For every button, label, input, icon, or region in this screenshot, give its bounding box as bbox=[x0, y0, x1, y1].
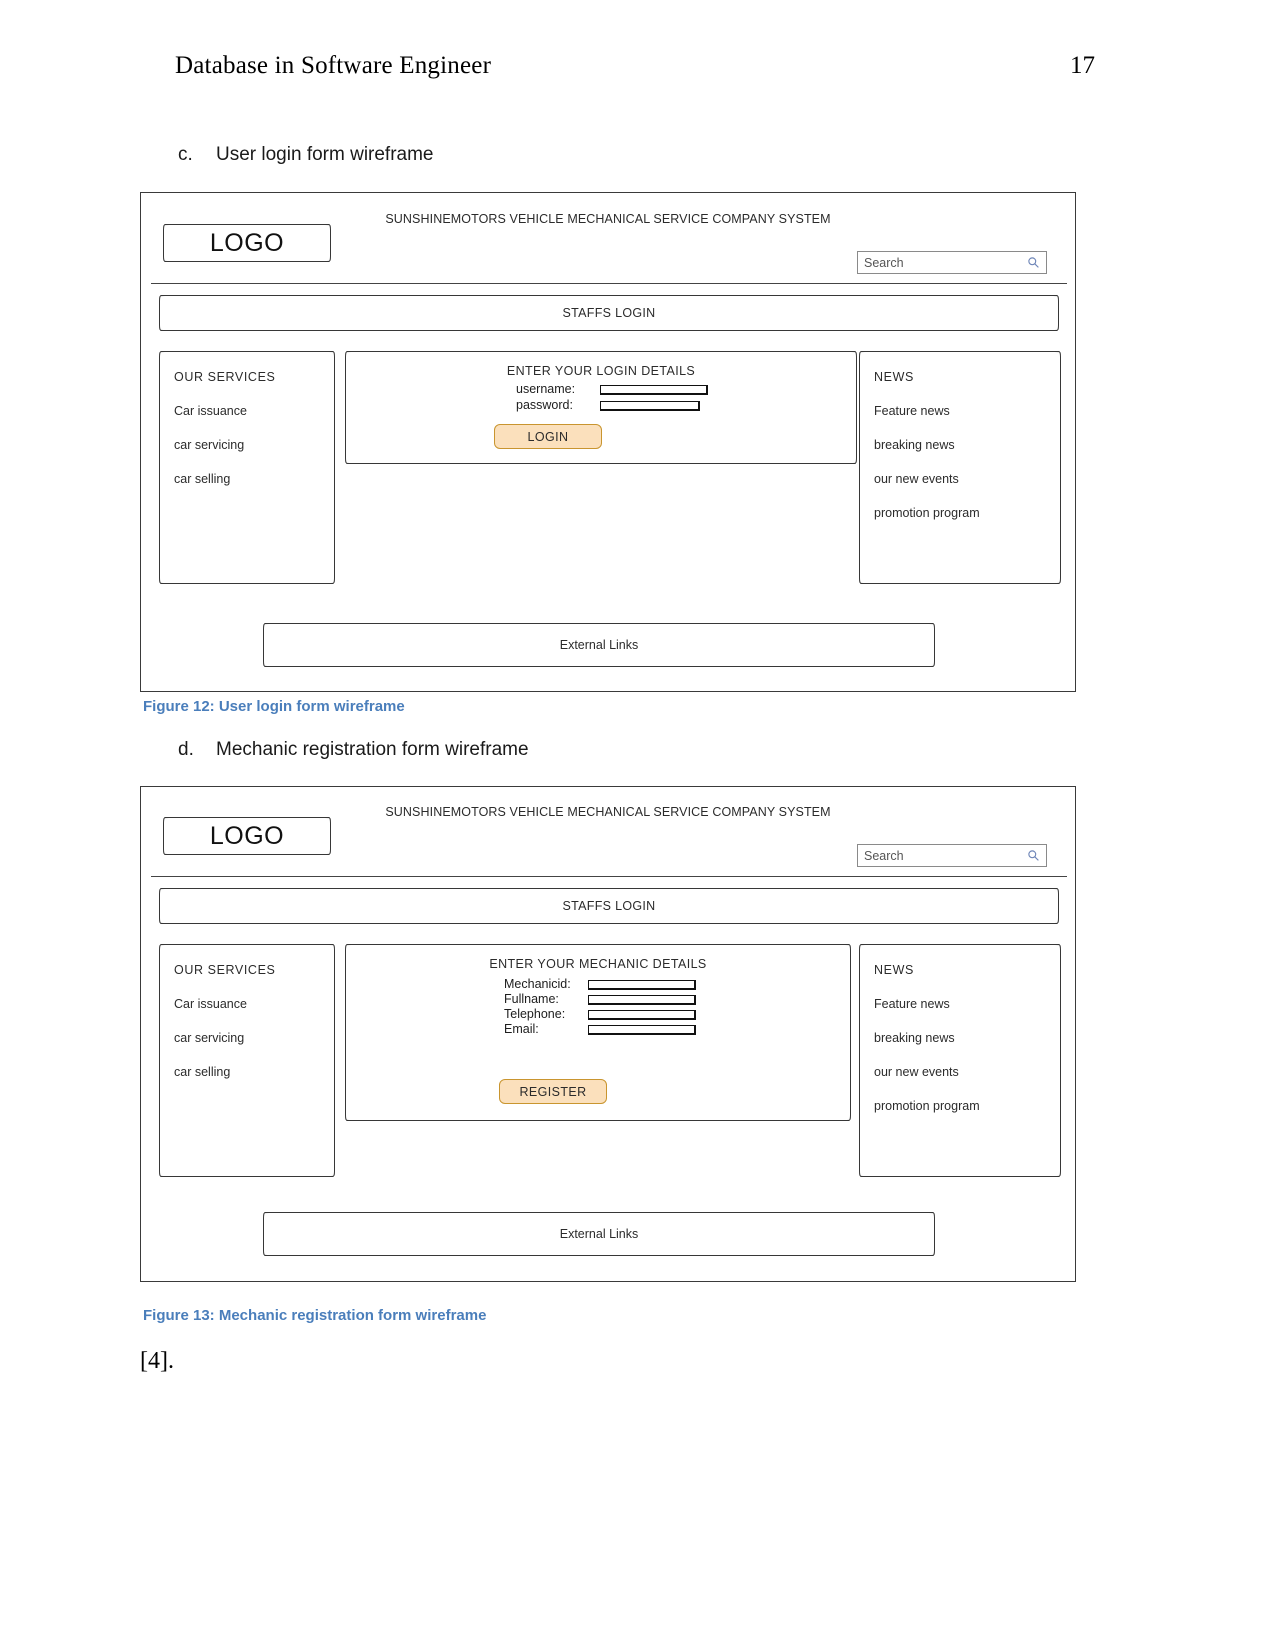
services-heading: OUR SERVICES bbox=[174, 370, 276, 384]
wireframe-mechanic-registration: SUNSHINEMOTORS VEHICLE MECHANICAL SERVIC… bbox=[140, 786, 1076, 1282]
telephone-input[interactable] bbox=[588, 1009, 696, 1020]
news-panel: NEWS Feature news breaking news our new … bbox=[859, 351, 1061, 584]
password-input[interactable] bbox=[600, 400, 700, 411]
login-form-title: ENTER YOUR LOGIN DETAILS bbox=[506, 364, 696, 378]
password-label: password: bbox=[516, 398, 573, 413]
figure-caption-12: Figure 12: User login form wireframe bbox=[143, 698, 405, 715]
staffs-login-bar[interactable]: STAFFS LOGIN bbox=[159, 295, 1059, 331]
section-heading-d: d. Mechanic registration form wireframe bbox=[178, 739, 529, 761]
username-label: username: bbox=[516, 382, 576, 396]
external-links-bar[interactable]: External Links bbox=[263, 623, 935, 667]
services-panel: OUR SERVICES Car issuance car servicing … bbox=[159, 944, 335, 1177]
mechanicid-input[interactable] bbox=[588, 979, 696, 990]
news-panel: NEWS Feature news breaking news our new … bbox=[859, 944, 1061, 1177]
email-label: Email: bbox=[504, 1022, 539, 1037]
logo-box: LOGO bbox=[163, 817, 331, 855]
search-placeholder-text: Search bbox=[864, 848, 904, 863]
password-field-row: password: bbox=[516, 398, 708, 413]
news-item[interactable]: breaking news bbox=[874, 1031, 1060, 1045]
service-item[interactable]: car servicing bbox=[174, 1031, 334, 1045]
service-item[interactable]: car selling bbox=[174, 472, 334, 486]
service-item[interactable]: car selling bbox=[174, 1065, 334, 1079]
register-button[interactable]: REGISTER bbox=[499, 1079, 607, 1104]
citation-reference: [4]. bbox=[140, 1348, 174, 1374]
header-divider bbox=[151, 876, 1067, 877]
fullname-field-row: Fullname: bbox=[504, 992, 696, 1007]
register-fields: Mechanicid: Fullname: Telephone: Email: bbox=[504, 977, 696, 1037]
news-item[interactable]: breaking news bbox=[874, 438, 1060, 452]
search-icon[interactable] bbox=[1027, 256, 1040, 269]
telephone-label: Telephone: bbox=[504, 1007, 566, 1022]
register-form-panel: ENTER YOUR MECHANIC DETAILS Mechanicid: … bbox=[345, 944, 851, 1121]
news-item[interactable]: promotion program bbox=[874, 1099, 1060, 1113]
wireframe-user-login: SUNSHINEMOTORS VEHICLE MECHANICAL SERVIC… bbox=[140, 192, 1076, 692]
service-item[interactable]: car servicing bbox=[174, 438, 334, 452]
search-icon[interactable] bbox=[1027, 849, 1040, 862]
fullname-label: Fullname: bbox=[504, 992, 559, 1007]
news-item[interactable]: promotion program bbox=[874, 506, 1060, 520]
logo-box: LOGO bbox=[163, 224, 331, 262]
mechanicid-field-row: Mechanicid: bbox=[504, 977, 696, 991]
telephone-field-row: Telephone: bbox=[504, 1008, 696, 1021]
staffs-login-bar[interactable]: STAFFS LOGIN bbox=[159, 888, 1059, 924]
news-item[interactable]: our new events bbox=[874, 472, 1060, 486]
search-placeholder-text: Search bbox=[864, 255, 904, 270]
figure-caption-13: Figure 13: Mechanic registration form wi… bbox=[143, 1307, 487, 1324]
search-input[interactable]: Search bbox=[857, 844, 1047, 867]
services-panel: OUR SERVICES Car issuance car servicing … bbox=[159, 351, 335, 584]
fullname-input[interactable] bbox=[588, 994, 696, 1005]
login-fields: username: password: bbox=[516, 382, 708, 413]
register-form-title: ENTER YOUR MECHANIC DETAILS bbox=[489, 957, 707, 971]
page-number: 17 bbox=[1070, 52, 1095, 79]
news-item[interactable]: Feature news bbox=[874, 404, 1060, 418]
services-heading: OUR SERVICES bbox=[174, 963, 276, 977]
service-item[interactable]: Car issuance bbox=[174, 997, 334, 1011]
section-title: Mechanic registration form wireframe bbox=[216, 739, 529, 760]
section-marker: d. bbox=[178, 739, 194, 760]
email-input[interactable] bbox=[588, 1024, 696, 1035]
page-header: Database in Software Engineer 17 bbox=[175, 52, 1095, 80]
news-item[interactable]: Feature news bbox=[874, 997, 1060, 1011]
username-field-row: username: bbox=[516, 382, 708, 396]
login-button[interactable]: LOGIN bbox=[494, 424, 602, 449]
section-heading-c: c. User login form wireframe bbox=[178, 144, 434, 166]
news-heading: NEWS bbox=[874, 963, 914, 977]
login-form-panel: ENTER YOUR LOGIN DETAILS username: passw… bbox=[345, 351, 857, 464]
section-marker: c. bbox=[178, 144, 193, 165]
page-title: Database in Software Engineer bbox=[175, 52, 492, 79]
username-input[interactable] bbox=[600, 384, 708, 395]
search-input[interactable]: Search bbox=[857, 251, 1047, 274]
header-divider bbox=[151, 283, 1067, 284]
section-title: User login form wireframe bbox=[216, 144, 434, 165]
news-heading: NEWS bbox=[874, 370, 914, 384]
email-field-row: Email: bbox=[504, 1023, 696, 1036]
mechanicid-label: Mechanicid: bbox=[504, 977, 571, 991]
news-item[interactable]: our new events bbox=[874, 1065, 1060, 1079]
external-links-bar[interactable]: External Links bbox=[263, 1212, 935, 1256]
service-item[interactable]: Car issuance bbox=[174, 404, 334, 418]
